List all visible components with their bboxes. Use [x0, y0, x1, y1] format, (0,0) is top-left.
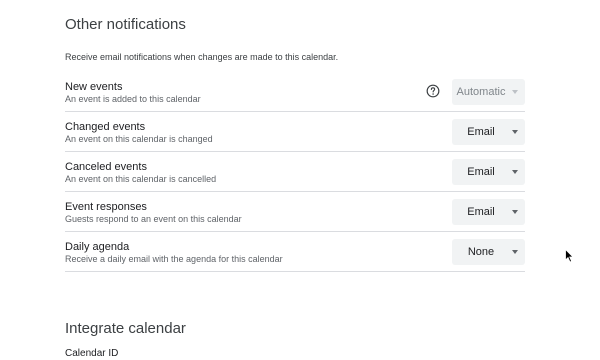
setting-subtitle: Receive a daily email with the agenda fo…	[65, 254, 283, 264]
select-value: Email	[467, 206, 495, 218]
caret-down-icon	[512, 250, 518, 254]
help-circle-icon[interactable]	[426, 84, 440, 98]
setting-row-canceled-events: Canceled events An event on this calenda…	[65, 152, 525, 192]
caret-down-icon	[512, 170, 518, 174]
notification-settings-list: New events An event is added to this cal…	[65, 72, 525, 272]
setting-row-daily-agenda: Daily agenda Receive a daily email with …	[65, 232, 525, 272]
other-notifications-description: Receive email notifications when changes…	[65, 52, 339, 62]
setting-title: Event responses	[65, 201, 147, 213]
calendar-id-label: Calendar ID	[65, 348, 119, 359]
daily-agenda-select[interactable]: None	[452, 239, 525, 265]
setting-row-event-responses: Event responses Guests respond to an eve…	[65, 192, 525, 232]
other-notifications-title: Other notifications	[65, 16, 186, 33]
select-value: Automatic	[456, 86, 506, 98]
setting-subtitle: An event is added to this calendar	[65, 94, 201, 104]
select-value: Email	[467, 166, 495, 178]
setting-row-changed-events: Changed events An event on this calendar…	[65, 112, 525, 152]
changed-events-select[interactable]: Email	[452, 119, 525, 145]
setting-title: Changed events	[65, 121, 146, 133]
setting-title: Canceled events	[65, 161, 147, 173]
caret-down-icon	[512, 90, 518, 94]
setting-title: New events	[65, 81, 123, 93]
setting-subtitle: Guests respond to an event on this calen…	[65, 214, 242, 224]
canceled-events-select[interactable]: Email	[452, 159, 525, 185]
select-value: None	[467, 246, 495, 258]
setting-subtitle: An event on this calendar is changed	[65, 134, 213, 144]
mouse-pointer-icon	[565, 249, 574, 263]
setting-row-new-events: New events An event is added to this cal…	[65, 72, 525, 112]
integrate-calendar-title: Integrate calendar	[65, 320, 186, 337]
caret-down-icon	[512, 210, 518, 214]
event-responses-select[interactable]: Email	[452, 199, 525, 225]
select-value: Email	[467, 126, 495, 138]
setting-title: Daily agenda	[65, 241, 130, 253]
new-events-select[interactable]: Automatic	[452, 79, 525, 105]
caret-down-icon	[512, 130, 518, 134]
calendar-settings-page: Other notifications Receive email notifi…	[0, 0, 600, 360]
setting-subtitle: An event on this calendar is cancelled	[65, 174, 217, 184]
